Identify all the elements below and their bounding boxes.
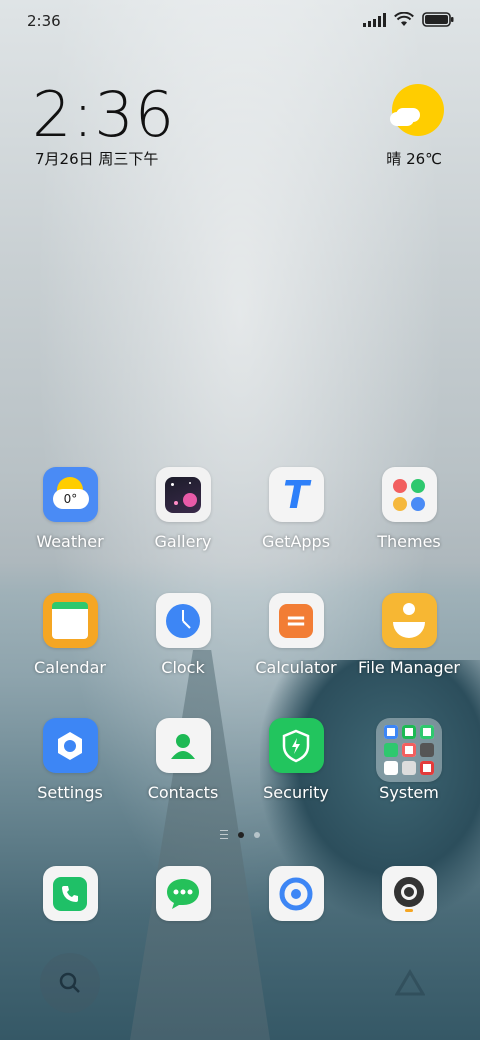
app-label: File Manager: [358, 658, 460, 677]
status-icons: [363, 12, 454, 27]
clock-icon: [155, 593, 211, 648]
app-system-folder[interactable]: System: [354, 718, 464, 802]
app-file-manager[interactable]: File Manager: [354, 593, 464, 677]
app-label: Security: [263, 783, 329, 802]
settings-icon: [42, 718, 98, 773]
battery-icon: [422, 12, 454, 27]
app-label: GetApps: [261, 532, 331, 551]
weather-widget-text: 晴 26℃: [386, 150, 442, 168]
app-calendar[interactable]: Calendar: [15, 593, 125, 677]
app-label: Contacts: [147, 783, 219, 802]
page-list-icon: [220, 830, 228, 839]
security-icon: [268, 718, 324, 773]
app-settings[interactable]: Settings: [15, 718, 125, 802]
app-label: Weather: [36, 532, 104, 551]
home-date: 7月26日 周三下午: [35, 150, 159, 168]
gallery-icon: [155, 467, 211, 522]
search-icon: [59, 972, 80, 993]
getapps-icon: T: [268, 467, 324, 522]
app-label: Calendar: [34, 658, 106, 677]
phone-icon: [42, 866, 98, 921]
calculator-icon: =: [268, 593, 324, 648]
app-security[interactable]: Security: [241, 718, 351, 802]
app-calculator[interactable]: = Calculator: [241, 593, 351, 677]
home-clock[interactable]: 2:36: [32, 78, 175, 151]
dock-messages[interactable]: [128, 866, 238, 921]
status-time: 2:36: [27, 12, 61, 30]
app-label: Themes: [377, 532, 441, 551]
signal-icon: [363, 12, 386, 27]
app-label: System: [379, 783, 439, 802]
app-contacts[interactable]: Contacts: [128, 718, 238, 802]
cloud-icon: [390, 112, 414, 126]
messages-icon: [155, 866, 211, 921]
browser-icon: [268, 866, 324, 921]
dock-camera[interactable]: [354, 866, 464, 921]
camera-icon: [381, 866, 437, 921]
app-gallery[interactable]: Gallery: [128, 467, 238, 551]
page-dot-active: [238, 831, 244, 838]
dock-browser[interactable]: [241, 866, 351, 921]
search-button[interactable]: [40, 953, 100, 1013]
app-clock[interactable]: Clock: [128, 593, 238, 677]
app-label: Settings: [37, 783, 103, 802]
app-label: Gallery: [154, 532, 212, 551]
themes-icon: [381, 467, 437, 522]
contacts-icon: [155, 718, 211, 773]
weather-widget-sun-icon[interactable]: [390, 84, 444, 136]
status-bar: 2:36: [0, 0, 480, 42]
page-dot: [254, 831, 260, 838]
system-folder-icon: [376, 718, 442, 782]
file-manager-icon: [381, 593, 437, 648]
assistant-button[interactable]: [380, 953, 440, 1013]
wifi-icon: [394, 12, 414, 27]
app-label: Clock: [161, 658, 205, 677]
app-weather[interactable]: 0° Weather: [15, 467, 125, 551]
wallpaper-pier: [130, 650, 270, 1040]
calendar-icon: [42, 593, 98, 648]
app-label: Calculator: [255, 658, 337, 677]
app-getapps[interactable]: T GetApps: [241, 467, 351, 551]
dock-phone[interactable]: [15, 866, 125, 921]
page-indicator[interactable]: [0, 830, 480, 839]
app-themes[interactable]: Themes: [354, 467, 464, 551]
weather-icon: 0°: [42, 467, 98, 522]
assistant-icon: [395, 969, 425, 996]
